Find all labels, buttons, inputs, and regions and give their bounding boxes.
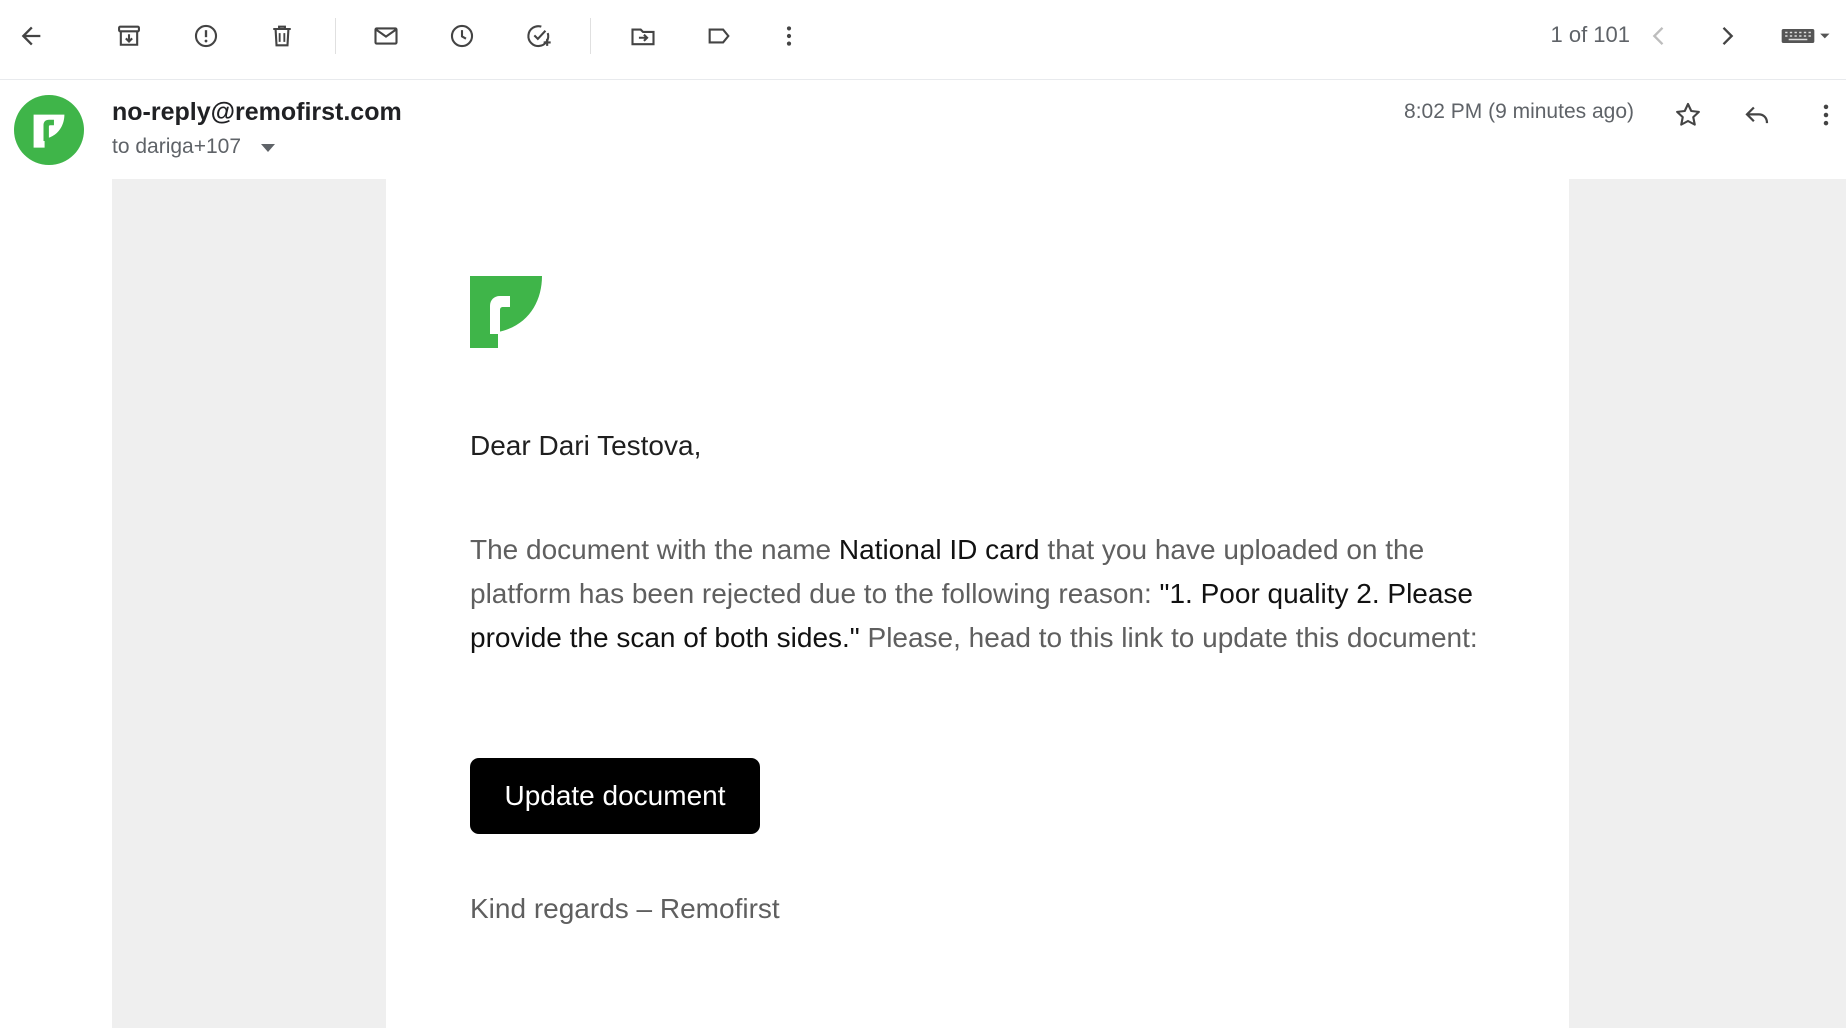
update-document-button[interactable]: Update document bbox=[470, 758, 760, 834]
email-timestamp: 8:02 PM (9 minutes ago) bbox=[1404, 100, 1634, 123]
sender-avatar bbox=[14, 95, 84, 165]
email-greeting: Dear Dari Testova, bbox=[470, 430, 702, 461]
email-signoff: Kind regards – Remofirst bbox=[470, 893, 780, 924]
report-spam-icon[interactable] bbox=[187, 17, 225, 55]
sender-address: no-reply@remofirst.com bbox=[112, 98, 402, 126]
mark-unread-icon[interactable] bbox=[367, 17, 405, 55]
document-name: National ID card bbox=[838, 534, 1040, 565]
add-task-icon[interactable] bbox=[520, 17, 558, 55]
chevron-left-icon[interactable] bbox=[1640, 17, 1678, 55]
remofirst-logo bbox=[470, 276, 542, 348]
toolbar-divider bbox=[590, 18, 591, 54]
recipient-label: to dariga+107 bbox=[112, 135, 242, 158]
more-vert-icon[interactable] bbox=[1806, 95, 1846, 135]
email-message: The document with the name National ID c… bbox=[470, 528, 1490, 660]
star-icon[interactable] bbox=[1668, 95, 1708, 135]
back-arrow-icon[interactable] bbox=[12, 17, 50, 55]
toolbar-divider bbox=[335, 18, 336, 54]
delete-icon[interactable] bbox=[263, 17, 301, 55]
message-text: Please, head to this link to update this… bbox=[859, 622, 1478, 653]
move-to-icon[interactable] bbox=[624, 17, 662, 55]
message-counter: 1 of 101 bbox=[1550, 22, 1630, 47]
keyboard-icon[interactable] bbox=[1772, 17, 1838, 55]
chevron-right-icon[interactable] bbox=[1708, 17, 1746, 55]
snooze-icon[interactable] bbox=[443, 17, 481, 55]
more-vert-icon[interactable] bbox=[770, 17, 808, 55]
message-text: The document with the name bbox=[470, 534, 839, 565]
recipient-line[interactable]: to dariga+107 bbox=[112, 135, 276, 159]
remofirst-logo-icon bbox=[33, 114, 65, 148]
label-icon[interactable] bbox=[700, 17, 738, 55]
reply-icon[interactable] bbox=[1737, 95, 1777, 135]
caret-down-icon[interactable] bbox=[261, 144, 276, 152]
archive-icon[interactable] bbox=[110, 17, 148, 55]
email-toolbar: 1 of 101 bbox=[0, 0, 1846, 80]
